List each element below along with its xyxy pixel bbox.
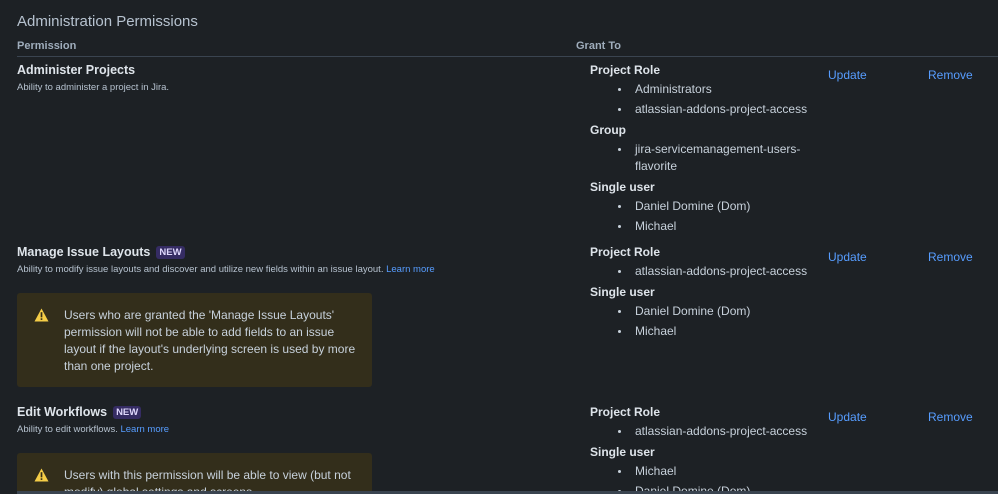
permission-description: Ability to modify issue layouts and disc…	[17, 264, 435, 275]
update-button[interactable]: Update	[828, 410, 867, 424]
warning-icon	[34, 468, 49, 482]
column-header-grant-to: Grant To	[576, 40, 622, 52]
grant-item: Michael	[609, 462, 815, 482]
warning-icon	[34, 308, 49, 322]
grant-item: Daniel Domine (Dom)	[609, 197, 815, 217]
grant-list: Project Role atlassian-addons-project-ac…	[590, 242, 815, 342]
warning-text: Users with this permission will be able …	[64, 468, 351, 494]
grant-type-project-role: Project Role	[590, 63, 661, 77]
update-button[interactable]: Update	[828, 250, 867, 264]
remove-button[interactable]: Remove	[928, 250, 973, 264]
grant-item: Michael	[609, 322, 815, 342]
header-divider	[17, 56, 998, 57]
permission-description: Ability to administer a project in Jira.	[17, 82, 170, 93]
new-badge: NEW	[113, 406, 142, 419]
permission-name: Administer Projects	[17, 63, 136, 77]
update-button[interactable]: Update	[828, 68, 867, 82]
grant-type-single-user: Single user	[590, 445, 655, 459]
permission-name: Edit Workflows NEW	[17, 405, 142, 419]
grant-list: Project Role Administrators atlassian-ad…	[590, 60, 815, 237]
permission-name: Manage Issue Layouts NEW	[17, 245, 185, 259]
grant-item: Michael	[609, 217, 815, 237]
learn-more-link[interactable]: Learn more	[120, 424, 169, 435]
grant-item: atlassian-addons-project-access	[609, 262, 815, 282]
warning-message: Users with this permission will be able …	[17, 453, 372, 494]
learn-more-link[interactable]: Learn more	[386, 264, 435, 275]
grant-type-single-user: Single user	[590, 180, 655, 194]
grant-list: Project Role atlassian-addons-project-ac…	[590, 402, 815, 494]
warning-message: Users who are granted the 'Manage Issue …	[17, 293, 372, 387]
permissions-page: Administration Permissions Permission Gr…	[0, 0, 998, 494]
remove-button[interactable]: Remove	[928, 410, 973, 424]
grant-item: jira-servicemanagement-users-flavorite	[609, 140, 815, 177]
grant-type-project-role: Project Role	[590, 405, 661, 419]
new-badge: NEW	[156, 246, 185, 259]
column-header-permission: Permission	[17, 40, 77, 52]
grant-type-group: Group	[590, 123, 626, 137]
section-title: Administration Permissions	[17, 13, 198, 30]
grant-item: atlassian-addons-project-access	[609, 100, 815, 120]
grant-type-project-role: Project Role	[590, 245, 661, 259]
remove-button[interactable]: Remove	[928, 68, 973, 82]
grant-item: atlassian-addons-project-access	[609, 422, 815, 442]
grant-type-single-user: Single user	[590, 285, 655, 299]
warning-text: Users who are granted the 'Manage Issue …	[64, 308, 356, 373]
permission-description: Ability to edit workflows. Learn more	[17, 424, 170, 435]
grant-item: Daniel Domine (Dom)	[609, 302, 815, 322]
grant-item: Administrators	[609, 80, 815, 100]
